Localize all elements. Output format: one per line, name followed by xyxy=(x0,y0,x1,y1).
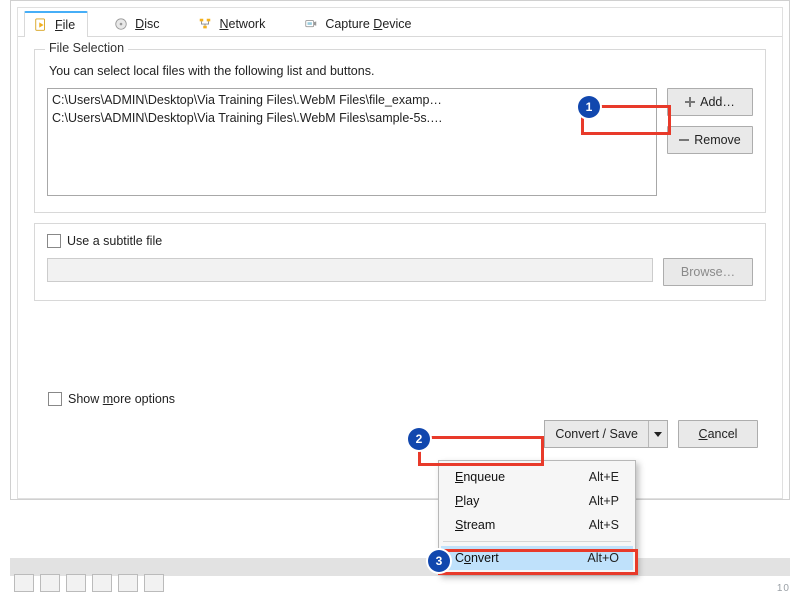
add-button-label: Add… xyxy=(700,95,735,109)
remove-button[interactable]: Remove xyxy=(667,126,753,154)
menu-enqueue-shortcut: Alt+E xyxy=(589,470,619,484)
background-icons xyxy=(14,574,164,592)
menu-separator xyxy=(443,541,631,542)
show-more-options-checkbox[interactable] xyxy=(48,392,62,406)
disc-icon xyxy=(113,16,129,32)
file-selection-title: File Selection xyxy=(45,41,128,55)
plus-icon xyxy=(685,97,695,107)
annotation-badge-3: 3 xyxy=(428,550,450,572)
file-selection-group: File Selection You can select local file… xyxy=(34,49,766,213)
file-play-icon xyxy=(33,17,49,33)
chevron-down-icon xyxy=(654,432,662,437)
file-list[interactable]: C:\Users\ADMIN\Desktop\Via Training File… xyxy=(47,88,657,196)
menu-item-convert[interactable]: Convert Alt+O xyxy=(441,546,633,570)
menu-stream-label: Stream xyxy=(455,518,495,532)
subtitle-checkbox-row[interactable]: Use a subtitle file xyxy=(47,234,753,248)
cancel-btn-label: Cancel xyxy=(699,427,738,441)
file-selection-subtext: You can select local files with the foll… xyxy=(49,64,753,78)
list-item[interactable]: C:\Users\ADMIN\Desktop\Via Training File… xyxy=(52,109,652,127)
subtitle-group: Use a subtitle file Browse… xyxy=(34,223,766,301)
ghost-btn xyxy=(66,574,86,592)
ghost-btn xyxy=(14,574,34,592)
capture-icon xyxy=(303,16,319,32)
media-source-tabs: File Disc Network Capture Device xyxy=(18,8,782,37)
tab-disc-label: Disc xyxy=(135,17,159,31)
tab-network-label: Network xyxy=(219,17,265,31)
dialog-body: File Disc Network Capture Device xyxy=(17,7,783,499)
convert-save-label[interactable]: Convert / Save xyxy=(545,421,649,447)
minus-icon xyxy=(679,139,689,141)
menu-play-label: Play xyxy=(455,494,479,508)
page-number: 10 xyxy=(777,583,790,594)
convert-save-menu: Enqueue Alt+E Play Alt+P Stream Alt+S Co… xyxy=(438,460,636,575)
ghost-btn xyxy=(40,574,60,592)
cancel-button[interactable]: Cancel xyxy=(678,420,758,448)
menu-convert-shortcut: Alt+O xyxy=(587,551,619,565)
annotation-badge-1: 1 xyxy=(578,96,600,118)
remove-button-label: Remove xyxy=(694,133,741,147)
show-more-options-label: Show more options xyxy=(68,392,175,406)
convert-save-button[interactable]: Convert / Save xyxy=(544,420,668,448)
menu-convert-label: Convert xyxy=(455,551,499,565)
tab-file[interactable]: File xyxy=(24,11,88,37)
subtitle-checkbox[interactable] xyxy=(47,234,61,248)
tab-capture[interactable]: Capture Device xyxy=(294,10,424,36)
ghost-btn xyxy=(144,574,164,592)
bottom-buttons: Convert / Save Cancel xyxy=(544,420,758,448)
tab-file-label: File xyxy=(55,18,75,32)
tab-capture-label: Capture Device xyxy=(325,17,411,31)
tab-network[interactable]: Network xyxy=(188,10,278,36)
list-item[interactable]: C:\Users\ADMIN\Desktop\Via Training File… xyxy=(52,91,652,109)
subtitle-path-input xyxy=(47,258,653,282)
menu-item-play[interactable]: Play Alt+P xyxy=(441,489,633,513)
menu-stream-shortcut: Alt+S xyxy=(589,518,619,532)
menu-enqueue-label: Enqueue xyxy=(455,470,505,484)
tab-file-txt: ile xyxy=(63,18,76,32)
menu-item-enqueue[interactable]: Enqueue Alt+E xyxy=(441,465,633,489)
menu-play-shortcut: Alt+P xyxy=(589,494,619,508)
menu-item-stream[interactable]: Stream Alt+S xyxy=(441,513,633,537)
ghost-btn xyxy=(118,574,138,592)
browse-button: Browse… xyxy=(663,258,753,286)
browse-button-label: Browse… xyxy=(681,265,735,279)
network-icon xyxy=(197,16,213,32)
dialog-frame: File Disc Network Capture Device xyxy=(10,0,790,500)
show-more-options-row[interactable]: Show more options xyxy=(48,392,175,406)
tab-disc[interactable]: Disc xyxy=(104,10,172,36)
ghost-btn xyxy=(92,574,112,592)
annotation-badge-2: 2 xyxy=(408,428,430,450)
convert-save-dropdown[interactable] xyxy=(649,421,667,447)
subtitle-checkbox-label: Use a subtitle file xyxy=(67,234,162,248)
add-button[interactable]: Add… xyxy=(667,88,753,116)
